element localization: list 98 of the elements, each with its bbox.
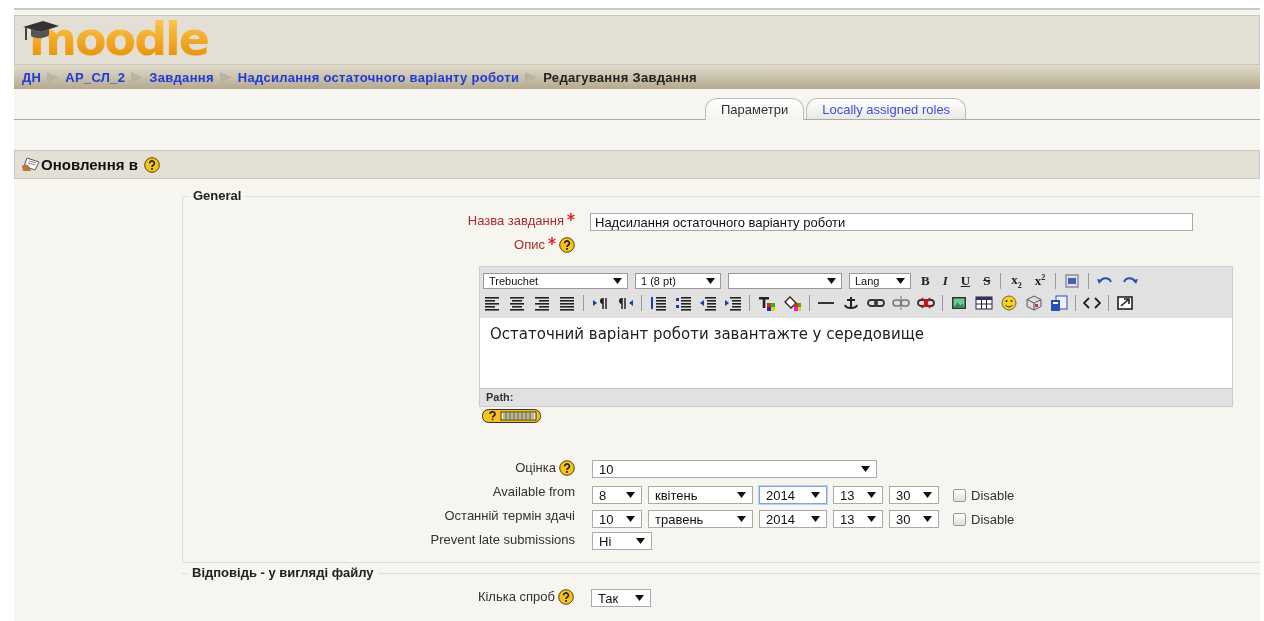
caret-icon (613, 278, 622, 284)
text-color-icon[interactable] (757, 295, 776, 311)
dropdown[interactable]: 30 (889, 510, 939, 528)
dropdown[interactable]: 8 (592, 486, 642, 504)
code-icon[interactable] (1083, 295, 1101, 311)
breadcrumb-link[interactable]: АР_СЛ_2 (65, 69, 126, 85)
document-icon[interactable] (1050, 295, 1068, 311)
field-label: Опис (514, 237, 545, 253)
outdent-icon[interactable] (699, 295, 717, 311)
field-label: Останній термін здачі (444, 508, 575, 524)
caret-icon (636, 538, 645, 544)
dropdown[interactable] (728, 273, 842, 289)
separator-icon (525, 71, 538, 83)
align-center-icon[interactable] (508, 295, 526, 311)
dropdown[interactable]: травень (648, 510, 753, 528)
help-icon[interactable] (558, 589, 574, 605)
caret-icon (626, 492, 635, 498)
dropdown[interactable]: Так (591, 589, 651, 607)
word-paste-icon[interactable] (1063, 273, 1082, 289)
unlink-icon[interactable] (892, 295, 910, 311)
field-label: Available from (492, 484, 575, 500)
field-label: Назва завдання (467, 213, 564, 229)
caret-icon (867, 516, 876, 522)
help-icon[interactable] (559, 460, 575, 476)
cube-icon[interactable] (1025, 295, 1043, 311)
breadcrumb-link[interactable]: ДН (22, 69, 42, 85)
dropdown[interactable]: 10 (592, 510, 642, 528)
tab[interactable]: Параметри (705, 98, 805, 120)
format-button[interactable]: S (980, 273, 994, 289)
keyboard-help-icon[interactable] (482, 409, 541, 423)
dropdown[interactable]: квітень (648, 486, 753, 504)
format-button[interactable]: x$^{2}$ (1031, 272, 1049, 290)
caret-icon (923, 492, 932, 498)
field-label: Кілька спроб (477, 589, 555, 605)
tab[interactable]: Locally assigned roles (806, 98, 967, 119)
section-legend: General (189, 188, 246, 203)
format-button[interactable]: I (939, 273, 951, 289)
align-justify-icon[interactable] (558, 295, 576, 311)
breadcrumb-link[interactable]: Надсилання остаточного варіанту роботи (237, 69, 520, 85)
caret-icon (896, 278, 905, 284)
hand-document-icon (21, 156, 41, 173)
caret-icon (811, 516, 820, 522)
dropdown[interactable]: Ні (592, 532, 652, 550)
checkbox[interactable] (953, 488, 966, 502)
indent-icon[interactable] (724, 295, 742, 311)
right-to-left-icon[interactable] (616, 295, 634, 311)
dropdown[interactable]: Trebuchet (483, 273, 628, 289)
align-right-icon[interactable] (533, 295, 551, 311)
smiley-icon[interactable] (1000, 295, 1018, 311)
caret-icon (827, 278, 836, 284)
dropdown[interactable]: 2014 (759, 510, 827, 528)
caret-icon (635, 595, 644, 601)
numbered-list-icon[interactable] (649, 295, 667, 311)
dropdown[interactable]: Lang (849, 273, 911, 289)
caret-icon (861, 466, 870, 472)
fullscreen-icon[interactable] (1116, 295, 1134, 311)
no-link-icon[interactable] (917, 295, 935, 311)
dropdown[interactable]: 10 (592, 460, 877, 478)
dropdown[interactable]: 13 (833, 510, 883, 528)
breadcrumb-link[interactable]: Завдання (149, 69, 214, 85)
bullet-list-icon[interactable] (674, 295, 692, 311)
table-icon[interactable] (975, 295, 993, 311)
caret-icon (811, 492, 820, 498)
dropdown[interactable]: 1 (8 pt) (635, 273, 721, 289)
fill-color-icon[interactable] (783, 295, 802, 311)
checkbox-label: Disable (971, 487, 1015, 503)
separator-icon (219, 71, 232, 83)
field-label: Prevent late submissions (430, 532, 575, 548)
format-button[interactable]: U (957, 273, 974, 289)
text-field[interactable]: Надсилання остаточного варіанту роботи (590, 213, 1193, 231)
heading-title: Оновлення в (41, 156, 138, 173)
image-icon[interactable] (950, 295, 968, 311)
dropdown[interactable]: 30 (889, 486, 939, 504)
editor-text: Остаточний варіант роботи завантажте у середовище (490, 325, 924, 343)
section-legend: Відповідь - у вигляді файлу (188, 565, 378, 580)
checkbox[interactable] (953, 512, 966, 526)
help-icon[interactable] (559, 237, 575, 253)
caret-icon (923, 516, 932, 522)
separator-icon (131, 71, 144, 83)
left-to-right-icon[interactable] (591, 295, 609, 311)
dropdown[interactable]: 13 (833, 486, 883, 504)
format-button[interactable]: x$_{2}$ (1008, 272, 1025, 290)
breadcrumb-current: Редагування Завдання (543, 69, 697, 85)
format-button[interactable]: B (918, 273, 933, 289)
checkbox-label: Disable (971, 511, 1015, 527)
editor-area[interactable]: Остаточний варіант роботи завантажте у середовище (480, 318, 1232, 388)
help-icon[interactable] (143, 156, 160, 173)
path-label: Path: (486, 391, 514, 403)
caret-icon (737, 492, 746, 498)
caret-icon (867, 492, 876, 498)
caret-icon (706, 278, 715, 284)
caret-icon (626, 516, 635, 522)
caret-icon (737, 516, 746, 522)
separator-icon (47, 71, 60, 83)
field-label: Оцінка (515, 460, 556, 476)
dropdown[interactable]: 2014 (759, 486, 827, 504)
anchor-icon[interactable] (842, 295, 860, 311)
align-left-icon[interactable] (483, 295, 501, 311)
